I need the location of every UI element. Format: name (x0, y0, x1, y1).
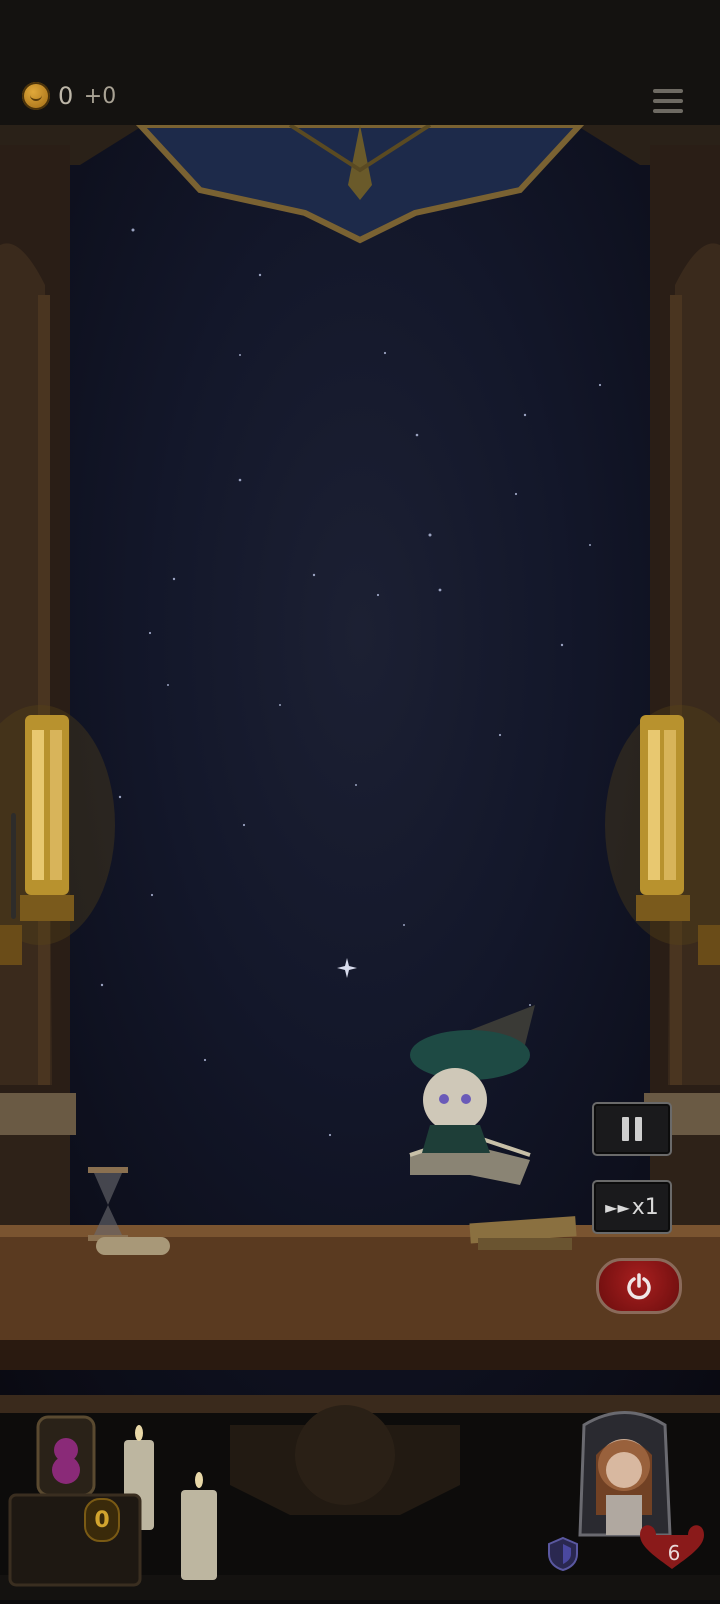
pet-slot[interactable] (8, 1415, 142, 1587)
pause-icon (621, 1117, 643, 1141)
coin-delta: +0 (83, 83, 117, 109)
lives-counter: 6 (656, 1536, 692, 1570)
bottom-panel (0, 1395, 720, 1600)
pause-button[interactable] (592, 1102, 672, 1156)
smiley-coin-icon (22, 82, 50, 110)
scroll (96, 1237, 170, 1255)
star-field (100, 228, 602, 1137)
token-count: 0 (94, 1507, 110, 1533)
shield-icon[interactable] (546, 1536, 580, 1572)
side-edge-indicator (11, 813, 16, 919)
token-counter: 0 (84, 1498, 120, 1542)
witch-character (409, 1005, 535, 1185)
hamburger-menu-icon[interactable] (650, 86, 686, 116)
princess-avatar-icon[interactable] (578, 1411, 672, 1537)
bottom-panel-artwork (0, 1395, 720, 1600)
coin-count: 0 (58, 82, 74, 110)
speed-button[interactable]: ►► x1 (592, 1180, 672, 1234)
coin-counter: 0 +0 (22, 80, 116, 112)
book-stack (469, 1216, 577, 1250)
lives-count: 6 (667, 1541, 681, 1565)
candle-right (181, 1490, 217, 1580)
fast-forward-icon: ►► (605, 1197, 630, 1217)
power-icon (627, 1273, 651, 1300)
top-hud: 0 +0 (0, 0, 720, 125)
speed-label: x1 (631, 1194, 659, 1220)
sparkle-star (337, 958, 357, 978)
power-button[interactable] (596, 1258, 682, 1314)
